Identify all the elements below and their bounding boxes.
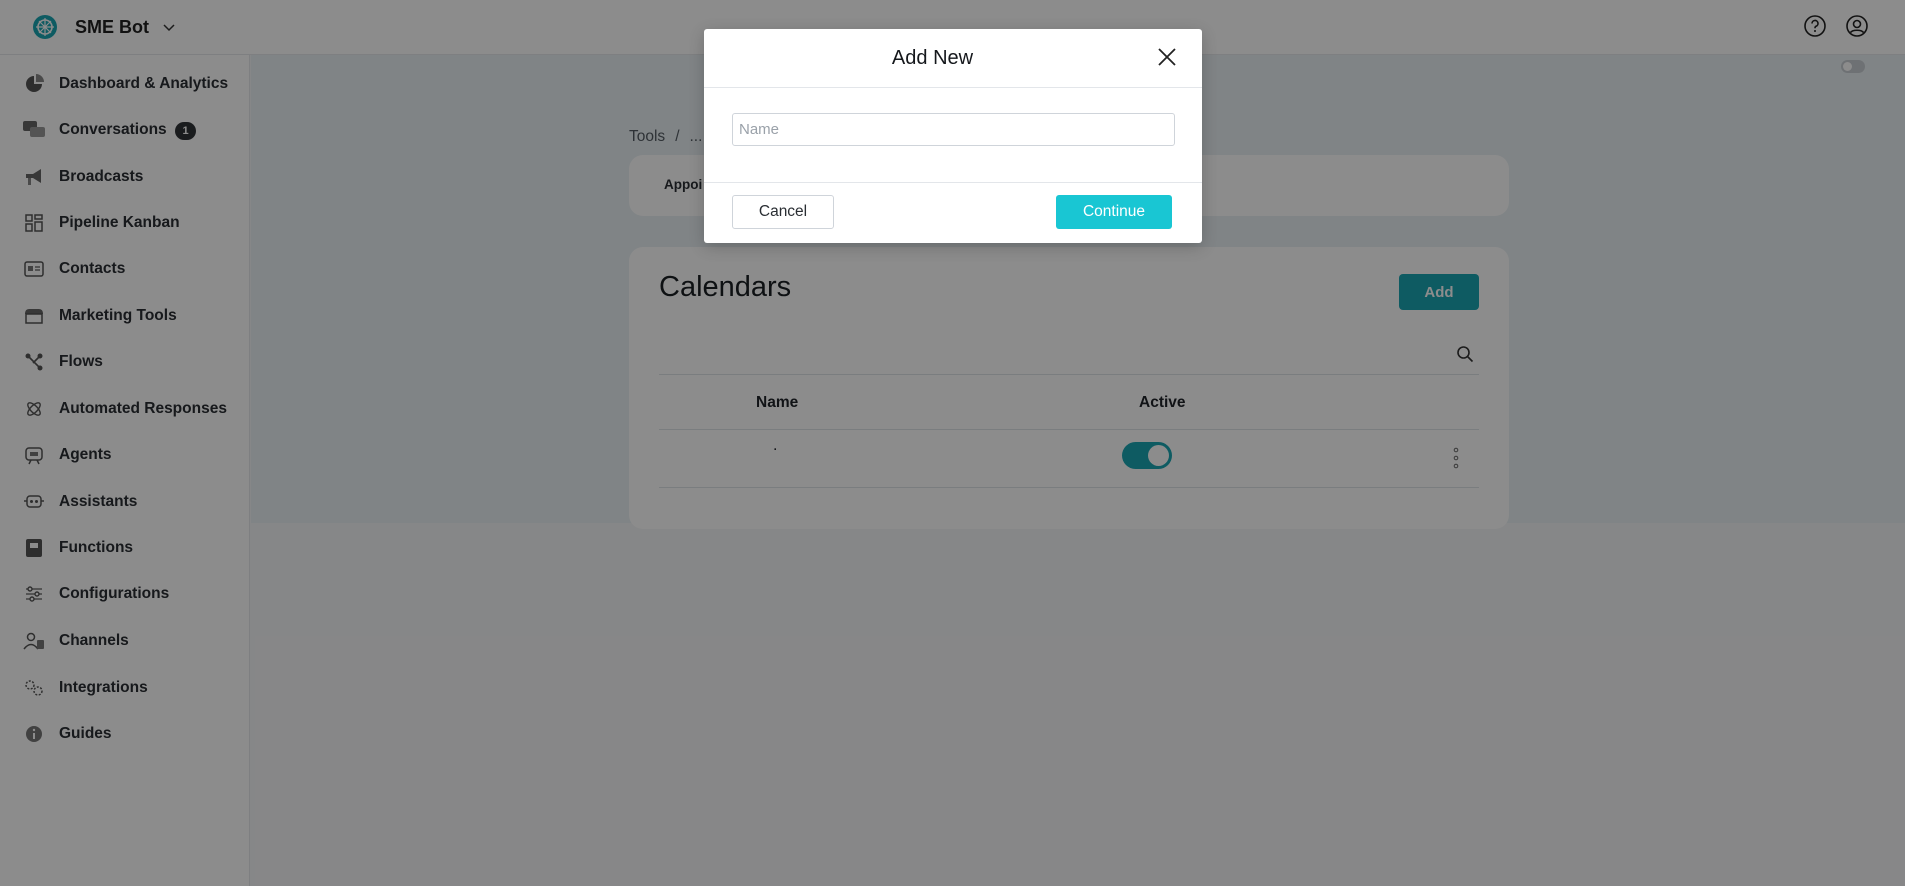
continue-button[interactable]: Continue xyxy=(1056,195,1172,229)
dialog-header-divider xyxy=(704,87,1202,88)
dialog-title: Add New xyxy=(891,47,974,69)
name-input[interactable] xyxy=(732,113,1175,146)
add-new-dialog: Add New Cancel Continue xyxy=(704,29,1202,243)
close-icon[interactable] xyxy=(1156,46,1178,68)
dialog-footer-divider xyxy=(704,182,1202,183)
cancel-button[interactable]: Cancel xyxy=(732,195,834,229)
